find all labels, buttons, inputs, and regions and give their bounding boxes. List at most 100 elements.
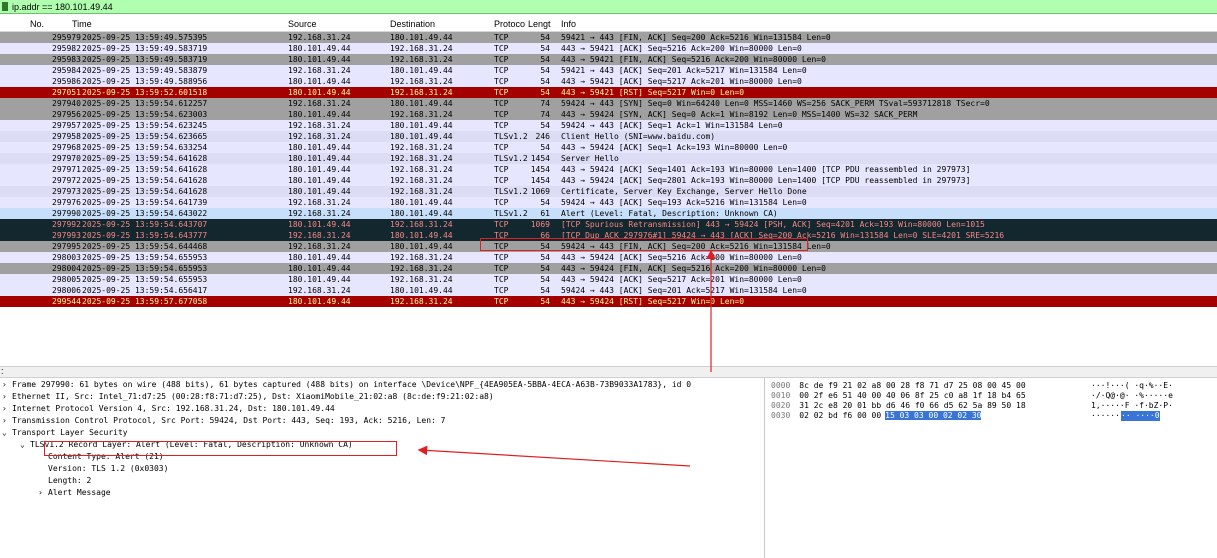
- packet-source: 180.101.49.44: [288, 264, 351, 273]
- packet-row[interactable]: 295986 2025-09-25 13:59:49.588956 180.101.…: [0, 76, 1217, 87]
- hex-bytes[interactable]: 31 2c e8 20 01 bb d6 46 f0 66 d5 62 5a 8…: [799, 401, 1025, 410]
- column-header-destination[interactable]: Destination: [390, 19, 435, 29]
- detail-tree-item[interactable]: › Internet Protocol Version 4, Src: 192.1…: [2, 403, 335, 414]
- detail-tree-item[interactable]: › Frame 297990: 61 bytes on wire (488 bit…: [2, 379, 691, 390]
- packet-row[interactable]: 297976 2025-09-25 13:59:54.641739 192.168.…: [0, 197, 1217, 208]
- packet-protocol: TLSv1.2: [494, 187, 528, 196]
- packet-row[interactable]: 297940 2025-09-25 13:59:54.612257 192.168.…: [0, 98, 1217, 109]
- packet-row[interactable]: 297971 2025-09-25 13:59:54.641628 180.101.…: [0, 164, 1217, 175]
- packet-time: 2025-09-25 13:59:54.641739: [82, 198, 208, 207]
- expand-toggle-icon[interactable]: ⌄: [2, 427, 12, 438]
- expand-toggle-icon[interactable]: ›: [2, 415, 12, 426]
- packet-source: 180.101.49.44: [288, 275, 351, 284]
- packet-no: 297990: [52, 209, 81, 218]
- expand-toggle-icon[interactable]: ›: [2, 379, 12, 390]
- packet-destination: 180.101.49.44: [390, 231, 453, 240]
- packet-row[interactable]: 295982 2025-09-25 13:59:49.583719 180.101.…: [0, 43, 1217, 54]
- packet-info: [TCP Spurious Retransmission] 443 → 5942…: [561, 220, 985, 229]
- packet-protocol: TLSv1.2: [494, 154, 528, 163]
- hex-ascii[interactable]: 1,·····F ·f·bZ·P·: [1091, 401, 1173, 411]
- hex-offset: 0000: [771, 381, 791, 390]
- packet-length: 54: [540, 121, 550, 130]
- expand-toggle-icon[interactable]: ›: [38, 487, 48, 498]
- column-header-protocol[interactable]: Protoco: [494, 19, 525, 29]
- packet-row[interactable]: 297958 2025-09-25 13:59:54.623665 192.168.…: [0, 131, 1217, 142]
- hex-offset: 0030: [771, 411, 791, 420]
- packet-row[interactable]: 298003 2025-09-25 13:59:54.655953 180.101.…: [0, 252, 1217, 263]
- packet-info: 59421 → 443 [ACK] Seq=201 Ack=5217 Win=1…: [561, 66, 807, 75]
- packet-no: 297972: [52, 176, 81, 185]
- packet-info: 443 → 59424 [ACK] Seq=5216 Ack=200 Win=8…: [561, 253, 802, 262]
- hex-ascii-selected[interactable]: ·· ····0: [1121, 411, 1160, 421]
- hex-offset: 0020: [771, 401, 791, 410]
- packet-row[interactable]: 297973 2025-09-25 13:59:54.641628 180.101.…: [0, 186, 1217, 197]
- packet-source: 192.168.31.24: [288, 231, 351, 240]
- packet-no: 297958: [52, 132, 81, 141]
- packet-row[interactable]: 295983 2025-09-25 13:59:49.583719 180.101.…: [0, 54, 1217, 65]
- packet-protocol: TCP: [494, 286, 509, 295]
- detail-tree-item[interactable]: › Alert Message: [38, 487, 111, 498]
- hex-bytes[interactable]: 8c de f9 21 02 a8 00 28 f8 71 d7 25 08 0…: [799, 381, 1025, 390]
- detail-tree-label: Transmission Control Protocol, Src Port:…: [12, 416, 446, 425]
- detail-tree-item[interactable]: › Transmission Control Protocol, Src Port…: [2, 415, 445, 426]
- packet-protocol: TCP: [494, 88, 509, 97]
- detail-tree-item[interactable]: › Ethernet II, Src: Intel_71:d7:25 (00:28…: [2, 391, 494, 402]
- packet-source: 180.101.49.44: [288, 110, 351, 119]
- detail-tree-label: Transport Layer Security: [12, 428, 128, 437]
- hex-ascii[interactable]: ·/·Q@·@· ·%·····e: [1091, 391, 1173, 401]
- packet-destination: 192.168.31.24: [390, 88, 453, 97]
- column-header-info[interactable]: Info: [561, 19, 576, 29]
- hex-bytes[interactable]: 02 02 bd f6 00 00: [799, 411, 881, 420]
- packet-row[interactable]: 297992 2025-09-25 13:59:54.643707 180.101.…: [0, 219, 1217, 230]
- packet-no: 297968: [52, 143, 81, 152]
- packet-no: 295979: [52, 33, 81, 42]
- packet-source: 192.168.31.24: [288, 242, 351, 251]
- expand-toggle-icon[interactable]: ›: [2, 403, 12, 414]
- packet-row[interactable]: 297956 2025-09-25 13:59:54.623003 180.101.…: [0, 109, 1217, 120]
- packet-source: 192.168.31.24: [288, 198, 351, 207]
- packet-no: 299544: [52, 297, 81, 306]
- expand-toggle-icon[interactable]: ⌄: [20, 439, 30, 450]
- packet-row[interactable]: 295979 2025-09-25 13:59:49.575395 192.168.…: [0, 32, 1217, 43]
- packet-row[interactable]: 297968 2025-09-25 13:59:54.633254 180.101.…: [0, 142, 1217, 153]
- packet-row[interactable]: 298006 2025-09-25 13:59:54.656417 192.168.…: [0, 285, 1217, 296]
- expand-toggle-icon[interactable]: ›: [2, 391, 12, 402]
- packet-row[interactable]: 297990 2025-09-25 13:59:54.643022 192.168.…: [0, 208, 1217, 219]
- packet-row[interactable]: 297957 2025-09-25 13:59:54.623245 192.168.…: [0, 120, 1217, 131]
- detail-tree-item[interactable]: ⌄ Transport Layer Security: [2, 427, 128, 438]
- hex-bytes-selected[interactable]: 15 03 03 00 02 02 30: [885, 411, 982, 420]
- packet-time: 2025-09-25 13:59:54.655953: [82, 253, 208, 262]
- packet-destination: 192.168.31.24: [390, 220, 453, 229]
- hex-bytes[interactable]: 00 2f e6 51 40 00 40 06 8f 25 c0 a8 1f 1…: [799, 391, 1025, 400]
- packet-row[interactable]: 298005 2025-09-25 13:59:54.655953 180.101.…: [0, 274, 1217, 285]
- detail-tree-item[interactable]: Length: 2: [38, 475, 91, 486]
- column-header-source[interactable]: Source: [288, 19, 317, 29]
- packet-info: 59424 → 443 [ACK] Seq=1 Ack=1 Win=131584…: [561, 121, 783, 130]
- packet-time: 2025-09-25 13:59:49.575395: [82, 33, 208, 42]
- packet-length: 1069: [530, 220, 550, 229]
- packet-protocol: TCP: [494, 55, 509, 64]
- packet-info: 59424 → 443 [ACK] Seq=193 Ack=5216 Win=1…: [561, 198, 807, 207]
- pane-splitter[interactable]: :: [0, 366, 1217, 378]
- hex-ascii[interactable]: ···!···( ·q·%··E·: [1091, 381, 1173, 391]
- packet-row[interactable]: 299544 2025-09-25 13:59:57.677058 180.101.…: [0, 296, 1217, 307]
- packet-row[interactable]: 298004 2025-09-25 13:59:54.655953 180.101.…: [0, 263, 1217, 274]
- bookmark-icon[interactable]: [2, 2, 8, 11]
- packet-row[interactable]: 295984 2025-09-25 13:59:49.583879 192.168.…: [0, 65, 1217, 76]
- packet-row[interactable]: 297051 2025-09-25 13:59:52.601518 180.101.…: [0, 87, 1217, 98]
- hex-ascii[interactable]: ······: [1091, 411, 1120, 421]
- packet-source: 180.101.49.44: [288, 55, 351, 64]
- detail-tree-item[interactable]: Version: TLS 1.2 (0x0303): [38, 463, 168, 474]
- packet-row[interactable]: 297972 2025-09-25 13:59:54.641628 180.101.…: [0, 175, 1217, 186]
- display-filter-bar[interactable]: ip.addr == 180.101.49.44: [0, 0, 1217, 14]
- packet-row[interactable]: 297970 2025-09-25 13:59:54.641628 180.101.…: [0, 153, 1217, 164]
- packet-destination: 180.101.49.44: [390, 33, 453, 42]
- packet-time: 2025-09-25 13:59:54.644468: [82, 242, 208, 251]
- column-header-time[interactable]: Time: [72, 19, 92, 29]
- column-header-length[interactable]: Lengt: [528, 19, 551, 29]
- column-header-no[interactable]: No.: [30, 19, 44, 29]
- display-filter-input[interactable]: ip.addr == 180.101.49.44: [12, 1, 113, 13]
- packet-length: 54: [540, 198, 550, 207]
- packet-time: 2025-09-25 13:59:54.612257: [82, 99, 208, 108]
- packet-protocol: TCP: [494, 220, 509, 229]
